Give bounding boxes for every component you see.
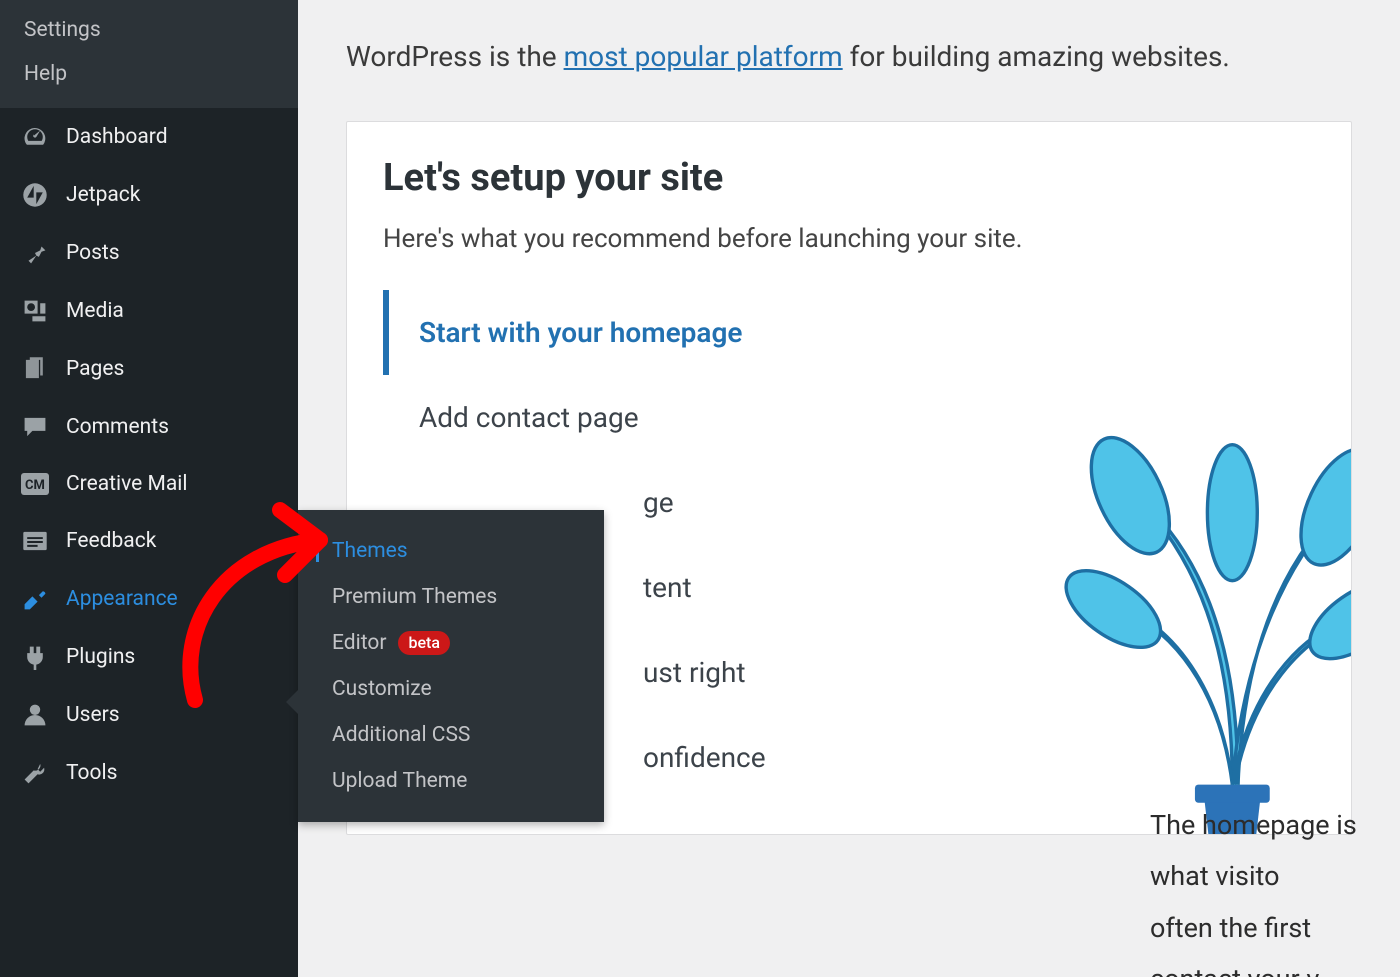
users-icon <box>20 702 50 728</box>
main-content: WordPress is the most popular platform f… <box>298 0 1400 977</box>
admin-sidebar: Settings Help Dashboard Jetpack Posts Me… <box>0 0 298 977</box>
sidebar-top-label: Help <box>24 62 67 86</box>
sidebar-item-label: Plugins <box>66 645 135 669</box>
submenu-label: Premium Themes <box>332 585 497 609</box>
sidebar-item-pages[interactable]: Pages <box>0 340 298 398</box>
panel-heading: Let's setup your site <box>383 156 1315 200</box>
submenu-item-editor[interactable]: Editor beta <box>298 620 604 666</box>
dashboard-icon <box>20 124 50 150</box>
cm-icon: CM <box>20 473 50 495</box>
step-label: tent <box>643 571 692 604</box>
submenu-label: Upload Theme <box>332 769 467 793</box>
sidebar-item-label: Users <box>66 703 120 727</box>
sidebar-item-posts[interactable]: Posts <box>0 224 298 282</box>
sidebar-item-label: Comments <box>66 415 169 439</box>
sidebar-top-label: Settings <box>24 18 101 42</box>
submenu-label: Themes <box>332 539 408 563</box>
sidebar-item-users[interactable]: Users <box>0 686 298 744</box>
sidebar-item-jetpack[interactable]: Jetpack <box>0 166 298 224</box>
sidebar-item-label: Media <box>66 299 124 323</box>
intro-link[interactable]: most popular platform <box>564 40 843 73</box>
intro-suffix: for building amazing websites. <box>843 40 1230 73</box>
sidebar-item-label: Appearance <box>66 587 178 611</box>
sidebar-top-help[interactable]: Help <box>0 52 298 96</box>
plugins-icon <box>20 644 50 670</box>
submenu-label: Customize <box>332 677 432 701</box>
intro-prefix: WordPress is the <box>346 40 564 73</box>
submenu-item-customize[interactable]: Customize <box>298 666 604 712</box>
appearance-icon <box>20 586 50 612</box>
submenu-item-additional-css[interactable]: Additional CSS <box>298 712 604 758</box>
sidebar-item-plugins[interactable]: Plugins <box>0 628 298 686</box>
pages-icon <box>20 356 50 382</box>
desc-line: The homepage is what visito <box>1150 800 1400 903</box>
sidebar-item-label: Creative Mail <box>66 472 187 496</box>
sidebar-item-tools[interactable]: Tools <box>0 744 298 802</box>
beta-badge: beta <box>398 631 450 655</box>
comments-icon <box>20 414 50 440</box>
step-label: Start with your homepage <box>419 316 742 349</box>
pin-icon <box>20 240 50 266</box>
sidebar-item-feedback[interactable]: Feedback <box>0 512 298 570</box>
sidebar-item-creative-mail[interactable]: CM Creative Mail <box>0 456 298 512</box>
homepage-description: The homepage is what visito often the fi… <box>1150 800 1400 977</box>
tools-icon <box>20 760 50 786</box>
step-label: Add contact page <box>419 401 639 434</box>
sidebar-item-label: Posts <box>66 241 120 265</box>
step-label: ge <box>643 486 674 519</box>
sidebar-item-media[interactable]: Media <box>0 282 298 340</box>
desc-line: often the first contact your v <box>1150 903 1400 977</box>
step-label: onfidence <box>643 741 766 774</box>
sidebar-item-label: Feedback <box>66 529 156 553</box>
sidebar-item-label: Dashboard <box>66 125 168 149</box>
sidebar-item-comments[interactable]: Comments <box>0 398 298 456</box>
media-icon <box>20 298 50 324</box>
intro-text: WordPress is the most popular platform f… <box>346 40 1352 73</box>
panel-subtext: Here's what you recommend before launchi… <box>383 224 1315 254</box>
sidebar-item-label: Tools <box>66 761 117 785</box>
step-homepage[interactable]: Start with your homepage <box>383 290 1315 375</box>
jetpack-icon <box>20 182 50 208</box>
appearance-submenu: Themes Premium Themes Editor beta Custom… <box>298 510 604 822</box>
sidebar-item-dashboard[interactable]: Dashboard <box>0 108 298 166</box>
submenu-item-upload-theme[interactable]: Upload Theme <box>298 758 604 804</box>
sidebar-top-section: Settings Help <box>0 0 298 108</box>
submenu-label: Additional CSS <box>332 723 470 747</box>
plant-illustration <box>1051 422 1352 835</box>
submenu-item-premium-themes[interactable]: Premium Themes <box>298 574 604 620</box>
submenu-item-themes[interactable]: Themes <box>298 528 604 574</box>
sidebar-item-label: Jetpack <box>66 183 140 207</box>
svg-text:CM: CM <box>25 478 45 493</box>
sidebar-item-appearance[interactable]: Appearance <box>0 570 298 628</box>
step-label: ust right <box>643 656 746 689</box>
submenu-label: Editor <box>332 631 386 655</box>
sidebar-item-label: Pages <box>66 357 124 381</box>
feedback-icon <box>20 528 50 554</box>
sidebar-top-settings[interactable]: Settings <box>0 8 298 52</box>
